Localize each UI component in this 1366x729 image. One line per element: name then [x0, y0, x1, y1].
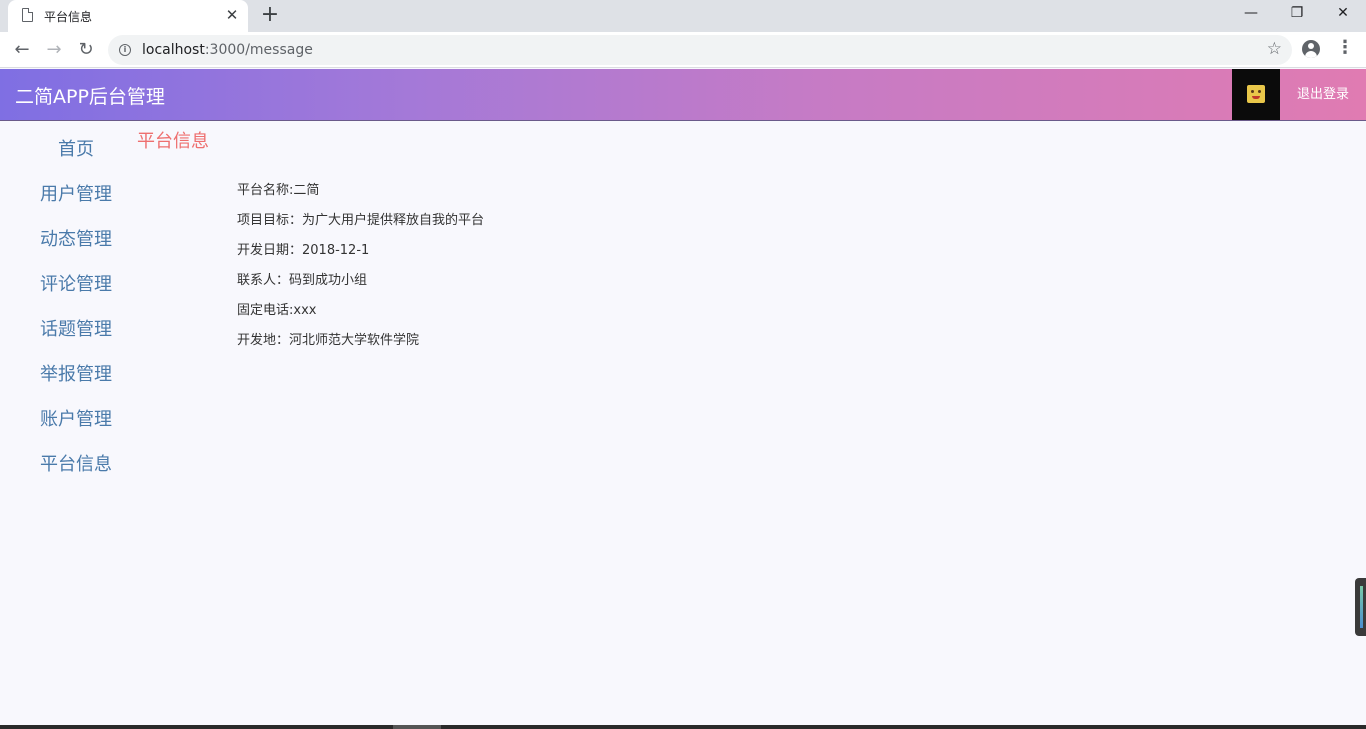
sidebar-item-users[interactable]: 用户管理 — [40, 180, 112, 206]
info-phone: 固定电话:xxx — [237, 303, 317, 318]
forward-icon[interactable]: → — [40, 36, 68, 64]
info-dev-date: 开发日期：2018-12-1 — [237, 243, 370, 258]
sidebar-item-home[interactable]: 首页 — [58, 135, 94, 161]
sidebar-item-comments[interactable]: 评论管理 — [40, 270, 112, 296]
browser-menu-icon[interactable]: ⋮ — [1336, 38, 1354, 60]
window-close-icon[interactable]: ✕ — [1320, 0, 1366, 28]
new-tab-button[interactable]: + — [258, 3, 282, 27]
tab-title: 平台信息 — [44, 10, 93, 24]
info-project-goal: 项目目标：为广大用户提供释放自我的平台 — [237, 213, 485, 228]
logout-button[interactable]: 退出登录 — [1280, 69, 1366, 120]
info-contact: 联系人：码到成功小组 — [237, 273, 368, 288]
address-bar[interactable]: i localhost:3000/message ☆ — [108, 35, 1292, 65]
back-icon[interactable]: ← — [8, 36, 36, 64]
sidebar-item-accounts[interactable]: 账户管理 — [40, 405, 112, 431]
page-title: 平台信息 — [137, 131, 209, 152]
avatar-container[interactable] — [1232, 69, 1280, 120]
info-location: 开发地：河北师范大学软件学院 — [237, 333, 420, 348]
account-icon[interactable] — [1302, 40, 1320, 58]
browser-tab-strip: 平台信息 ✕ + — ❐ ✕ — [0, 0, 1366, 32]
restore-icon[interactable]: ❐ — [1274, 0, 1320, 28]
browser-tab[interactable]: 平台信息 ✕ — [8, 0, 248, 32]
info-icon[interactable]: i — [119, 44, 131, 56]
side-panel-handle[interactable] — [1355, 578, 1366, 636]
info-platform-name: 平台名称:二简 — [237, 183, 320, 198]
sidebar-item-reports[interactable]: 举报管理 — [40, 360, 112, 386]
avatar[interactable] — [1247, 85, 1265, 103]
minimize-icon[interactable]: — — [1228, 0, 1274, 28]
close-tab-icon[interactable]: ✕ — [222, 5, 242, 25]
sidebar-item-platform-info[interactable]: 平台信息 — [40, 450, 112, 476]
url-text[interactable]: localhost:3000/message — [142, 42, 313, 58]
taskbar-edge — [0, 725, 1366, 729]
reload-icon[interactable]: ↻ — [72, 36, 100, 64]
bookmark-star-icon[interactable]: ☆ — [1267, 39, 1282, 59]
browser-toolbar: ← → ↻ i localhost:3000/message ☆ ⋮ — [0, 32, 1366, 68]
page-icon — [22, 8, 33, 22]
sidebar-item-posts[interactable]: 动态管理 — [40, 225, 112, 251]
app-title: 二简APP后台管理 — [15, 86, 165, 108]
app-header: 二简APP后台管理 退出登录 — [0, 69, 1366, 121]
sidebar-item-topics[interactable]: 话题管理 — [40, 315, 112, 341]
